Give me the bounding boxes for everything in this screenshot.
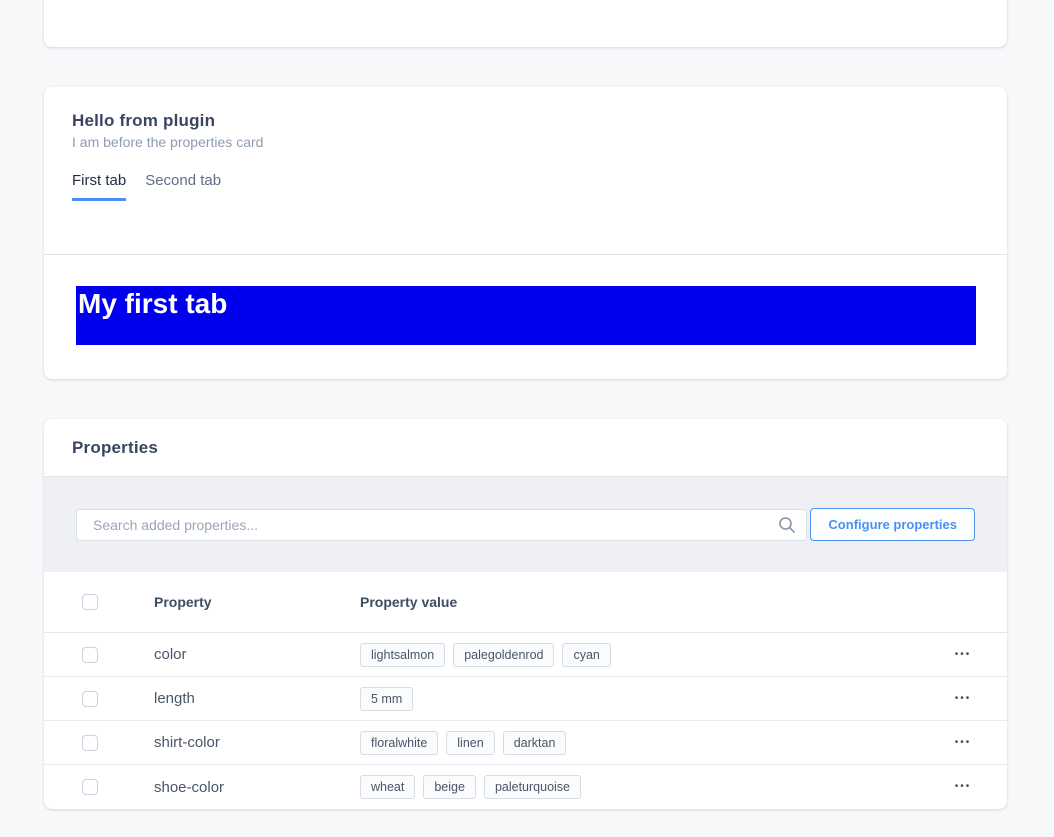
table-row: shoe-color wheat beige paleturquoise (44, 765, 1007, 809)
ellipsis-icon[interactable] (955, 782, 972, 792)
search-field-wrapper (76, 509, 807, 541)
plugin-tabs: First tab Second tab (72, 172, 979, 201)
tab-second[interactable]: Second tab (145, 172, 221, 201)
ellipsis-icon[interactable] (955, 738, 972, 748)
properties-card-header: Properties (44, 419, 1007, 477)
row-checkbox[interactable] (82, 691, 98, 707)
first-tab-panel-banner: My first tab (76, 286, 976, 345)
property-value-cell: lightsalmon palegoldenrod cyan (360, 643, 919, 667)
property-value-chip: 5 mm (360, 687, 413, 711)
property-name-cell: shoe-color (154, 779, 360, 796)
column-header-property-value: Property value (360, 594, 919, 610)
properties-toolbar: Configure properties (44, 477, 1007, 572)
column-header-property: Property (154, 594, 360, 610)
tab-first[interactable]: First tab (72, 172, 126, 201)
property-value-chip: darktan (503, 731, 567, 755)
table-header-row: Property Property value (44, 572, 1007, 633)
table-row: color lightsalmon palegoldenrod cyan (44, 633, 1007, 677)
ellipsis-icon[interactable] (955, 650, 972, 660)
plugin-card-subtitle: I am before the properties card (72, 134, 979, 150)
select-all-checkbox[interactable] (82, 594, 98, 610)
properties-card: Properties Configure properties Property… (44, 419, 1007, 809)
property-value-chip: beige (423, 775, 476, 799)
property-value-chip: cyan (562, 643, 610, 667)
property-name-cell: shirt-color (154, 734, 360, 751)
property-value-chip: palegoldenrod (453, 643, 554, 667)
row-checkbox[interactable] (82, 779, 98, 795)
tab-panel: My first tab (44, 255, 1007, 345)
property-value-chip: lightsalmon (360, 643, 445, 667)
search-icon[interactable] (778, 516, 796, 534)
properties-card-title: Properties (72, 438, 158, 458)
plugin-card: Hello from plugin I am before the proper… (44, 87, 1007, 379)
property-value-chip: linen (446, 731, 494, 755)
property-value-cell: floralwhite linen darktan (360, 731, 919, 755)
property-value-chip: wheat (360, 775, 415, 799)
ellipsis-icon[interactable] (955, 694, 972, 704)
plugin-card-header: Hello from plugin I am before the proper… (44, 87, 1007, 255)
table-row: shirt-color floralwhite linen darktan (44, 721, 1007, 765)
property-value-chip: floralwhite (360, 731, 438, 755)
configure-properties-button[interactable]: Configure properties (810, 508, 975, 541)
search-input[interactable] (76, 509, 807, 541)
property-value-cell: 5 mm (360, 687, 919, 711)
row-checkbox[interactable] (82, 647, 98, 663)
top-partial-card (44, 0, 1007, 47)
plugin-card-title: Hello from plugin (72, 111, 979, 131)
property-value-chip: paleturquoise (484, 775, 581, 799)
property-name-cell: length (154, 690, 360, 707)
table-body: color lightsalmon palegoldenrod cyan lengt… (44, 633, 1007, 809)
row-checkbox[interactable] (82, 735, 98, 751)
property-value-cell: wheat beige paleturquoise (360, 775, 919, 799)
table-row: length 5 mm (44, 677, 1007, 721)
property-name-cell: color (154, 646, 360, 663)
